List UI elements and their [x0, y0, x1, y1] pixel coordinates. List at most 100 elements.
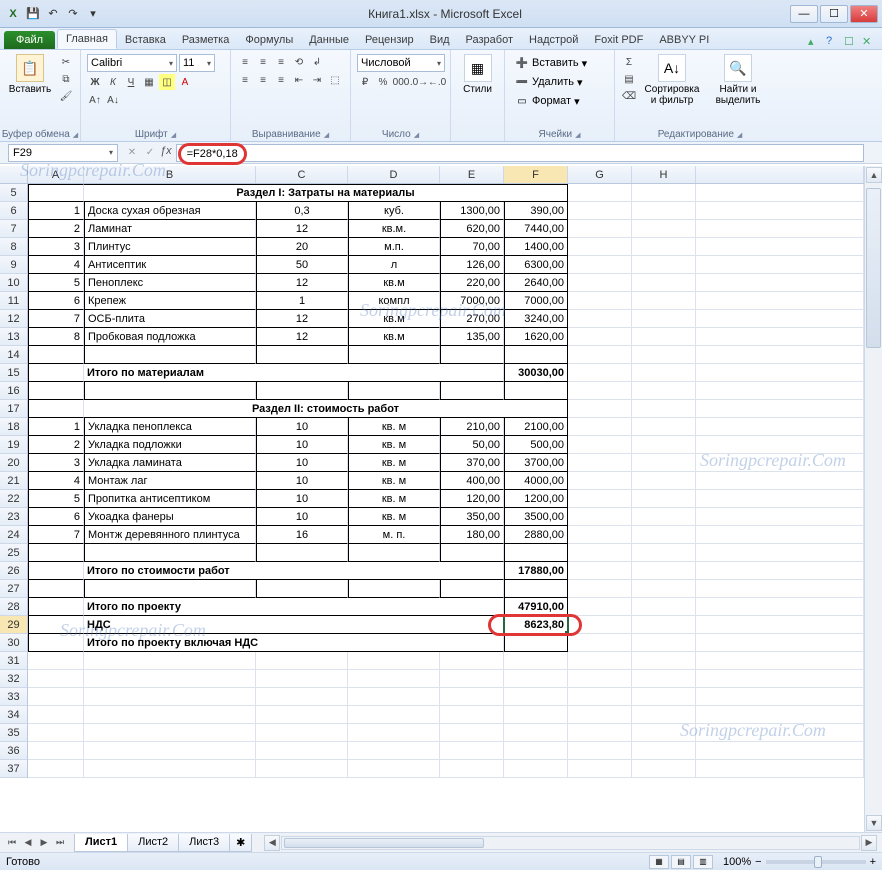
cell[interactable] — [28, 184, 84, 202]
indent-inc-icon[interactable]: ⇥ — [309, 72, 325, 88]
rowhead[interactable]: 30 — [0, 634, 28, 652]
cell[interactable] — [348, 724, 440, 742]
cell[interactable]: 0,3 — [256, 202, 348, 220]
cell[interactable] — [568, 724, 632, 742]
cell[interactable] — [696, 310, 864, 328]
cell[interactable] — [84, 346, 256, 364]
cell[interactable]: 10 — [256, 418, 348, 436]
cell[interactable] — [568, 328, 632, 346]
cell[interactable] — [28, 760, 84, 778]
rowhead[interactable]: 24 — [0, 526, 28, 544]
cell[interactable] — [568, 238, 632, 256]
cell[interactable]: куб. — [348, 202, 440, 220]
comma-icon[interactable]: 000 — [393, 74, 409, 90]
cell[interactable] — [440, 544, 504, 562]
cell[interactable] — [256, 688, 348, 706]
scroll-left-icon[interactable]: ◀ — [264, 835, 280, 851]
horizontal-scrollbar[interactable]: ◀ ▶ — [263, 834, 878, 852]
wrap-text-icon[interactable]: ↲ — [309, 54, 325, 70]
cell[interactable]: 4000,00 — [504, 472, 568, 490]
cell[interactable]: 135,00 — [440, 328, 504, 346]
cell[interactable]: 6 — [28, 292, 84, 310]
rowhead[interactable]: 32 — [0, 670, 28, 688]
inc-decimal-icon[interactable]: .0→ — [411, 74, 427, 90]
cell[interactable]: 6 — [28, 508, 84, 526]
cell[interactable] — [696, 706, 864, 724]
ribbon-minimize-icon[interactable]: ▴ — [808, 35, 822, 49]
rowhead[interactable]: 22 — [0, 490, 28, 508]
cell[interactable] — [440, 760, 504, 778]
cell[interactable] — [632, 328, 696, 346]
cell[interactable] — [568, 364, 632, 382]
cell[interactable]: 390,00 — [504, 202, 568, 220]
qat-dropdown-icon[interactable]: ▾ — [84, 5, 102, 23]
cell[interactable] — [696, 238, 864, 256]
cell[interactable]: 270,00 — [440, 310, 504, 328]
cell[interactable] — [696, 382, 864, 400]
doc-restore-icon[interactable]: ☐ — [844, 35, 858, 49]
cell[interactable]: Крепеж — [84, 292, 256, 310]
cell[interactable] — [696, 346, 864, 364]
cell[interactable] — [28, 634, 84, 652]
cell[interactable] — [696, 580, 864, 598]
cell[interactable]: 1620,00 — [504, 328, 568, 346]
cell[interactable] — [28, 670, 84, 688]
cell[interactable] — [632, 184, 696, 202]
cell[interactable]: 3 — [28, 454, 84, 472]
vscroll-thumb[interactable] — [866, 188, 881, 348]
cell[interactable] — [632, 526, 696, 544]
cell[interactable] — [504, 652, 568, 670]
cell[interactable] — [696, 526, 864, 544]
zoom-out-button[interactable]: − — [755, 856, 761, 868]
rowhead[interactable]: 6 — [0, 202, 28, 220]
sheet-tab-1[interactable]: Лист1 — [74, 834, 128, 852]
rowhead[interactable]: 7 — [0, 220, 28, 238]
rowhead[interactable]: 34 — [0, 706, 28, 724]
cell[interactable] — [348, 742, 440, 760]
vat-label[interactable]: НДС — [84, 616, 504, 634]
cell[interactable]: 5 — [28, 490, 84, 508]
cell[interactable] — [568, 436, 632, 454]
cell[interactable]: 1400,00 — [504, 238, 568, 256]
cell[interactable]: Укладка подложки — [84, 436, 256, 454]
scroll-right-icon[interactable]: ▶ — [861, 835, 877, 851]
cell[interactable] — [696, 184, 864, 202]
section-header-2[interactable]: Раздел II: стоимость работ — [84, 400, 568, 418]
format-painter-icon[interactable]: 🖌 — [58, 88, 74, 104]
cell[interactable]: Доска сухая обрезная — [84, 202, 256, 220]
cell[interactable] — [568, 634, 632, 652]
cell[interactable] — [256, 346, 348, 364]
cell[interactable] — [84, 724, 256, 742]
colhead-H[interactable]: H — [632, 166, 696, 183]
cell[interactable]: Ламинат — [84, 220, 256, 238]
cell[interactable] — [696, 220, 864, 238]
cell[interactable] — [504, 724, 568, 742]
cell[interactable]: 12 — [256, 310, 348, 328]
tab-layout[interactable]: Разметка — [174, 31, 238, 49]
cell[interactable] — [28, 544, 84, 562]
cell[interactable]: 16 — [256, 526, 348, 544]
cell[interactable]: кв. м — [348, 490, 440, 508]
number-format-dropdown[interactable]: Числовой — [357, 54, 445, 72]
rowhead[interactable]: 25 — [0, 544, 28, 562]
cell[interactable] — [632, 310, 696, 328]
cell[interactable] — [696, 472, 864, 490]
cell[interactable]: Укладка пеноплекса — [84, 418, 256, 436]
cell[interactable]: 12 — [256, 220, 348, 238]
view-layout-icon[interactable]: ▤ — [671, 855, 691, 869]
cell[interactable] — [504, 634, 568, 652]
cell[interactable]: л — [348, 256, 440, 274]
cell[interactable] — [504, 742, 568, 760]
cell[interactable] — [348, 652, 440, 670]
rowhead[interactable]: 33 — [0, 688, 28, 706]
zoom-thumb[interactable] — [814, 856, 822, 868]
cell[interactable] — [440, 346, 504, 364]
cell[interactable] — [440, 742, 504, 760]
font-color-icon[interactable]: A — [177, 74, 193, 90]
cell[interactable] — [440, 706, 504, 724]
rowhead[interactable]: 26 — [0, 562, 28, 580]
section-header-1[interactable]: Раздел I: Затраты на материалы — [84, 184, 568, 202]
cell[interactable]: 126,00 — [440, 256, 504, 274]
cell[interactable] — [84, 544, 256, 562]
cell[interactable]: 50,00 — [440, 436, 504, 454]
